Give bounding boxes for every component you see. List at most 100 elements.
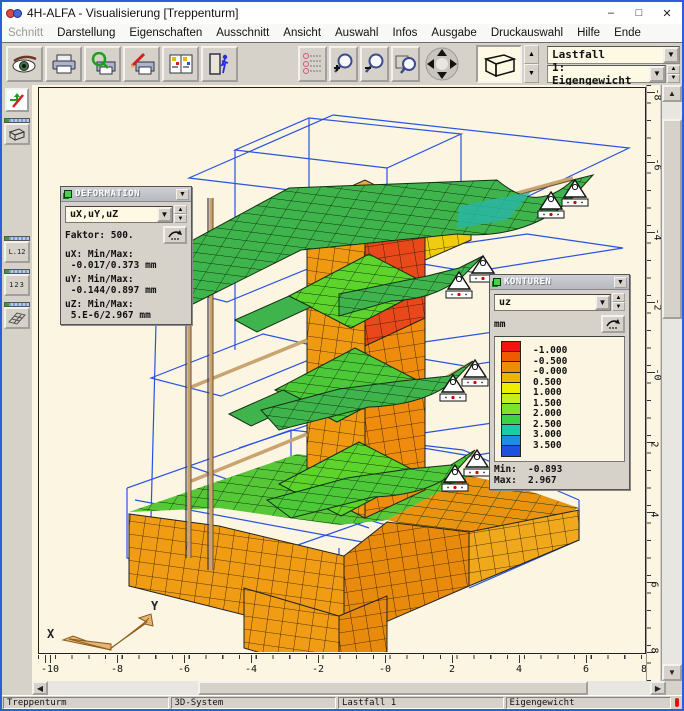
mini-palette-titlebar[interactable] <box>4 236 30 241</box>
pan-arrows-icon <box>424 46 460 82</box>
konturen-palette[interactable]: KONTUREN ▼ uz ▼ ▲▼ mm <box>489 274 630 490</box>
structure-tree-button[interactable] <box>298 46 327 82</box>
print-edit-button[interactable] <box>123 46 160 82</box>
maximize-button[interactable]: □ <box>628 5 650 21</box>
status-led-icon <box>672 696 682 709</box>
menu-darstellung[interactable]: Darstellung <box>57 27 115 39</box>
menu-infos[interactable]: Infos <box>392 27 417 39</box>
h-ruler-label: -4 <box>245 664 257 675</box>
minimized-dimension-palette[interactable]: L.12 <box>4 236 30 263</box>
uz-value: 5.E-6/2.967 mm <box>65 310 187 321</box>
chevron-down-icon[interactable]: ▼ <box>176 189 189 200</box>
v-ruler-label: 2 <box>649 441 660 447</box>
contour-swatch <box>501 352 521 363</box>
loadcase-value: 1: Eigengewicht <box>548 61 649 87</box>
menu-ende[interactable]: Ende <box>614 27 641 39</box>
konturen-palette-titlebar[interactable]: KONTUREN ▼ <box>490 275 629 290</box>
menu-auswahl[interactable]: Auswahl <box>335 27 378 39</box>
deformation-palette[interactable]: DEFORMATION ▼ uX,uY,uZ ▼ ▲▼ Faktor: 500. <box>60 186 192 325</box>
refresh-button[interactable] <box>163 226 187 244</box>
kontur-spinner[interactable]: ▲▼ <box>612 293 625 311</box>
status-project: Treppenturm <box>3 697 169 709</box>
deformation-component-select[interactable]: uX,uY,uZ ▼ <box>65 206 173 223</box>
menu-ausgabe[interactable]: Ausgabe <box>431 27 476 39</box>
deformation-palette-titlebar[interactable]: DEFORMATION ▼ <box>61 187 191 202</box>
scroll-up-button[interactable]: ▲ <box>662 85 682 102</box>
contour-swatch <box>501 404 521 415</box>
refresh-button[interactable] <box>601 315 625 333</box>
print-preview-button[interactable] <box>84 46 121 82</box>
status-system: 3D-System <box>171 697 337 709</box>
menu-schnitt[interactable]: Schnitt <box>8 27 43 39</box>
book-button[interactable] <box>162 46 199 82</box>
contour-swatches <box>501 341 521 457</box>
contour-swatch <box>501 383 521 394</box>
minimize-button[interactable]: – <box>600 5 622 21</box>
scroll-right-button[interactable]: ▶ <box>650 681 666 695</box>
status-loadcase: Lastfall 1 <box>338 697 504 709</box>
palette-icon <box>492 278 501 287</box>
zoom-in-button[interactable] <box>329 46 358 82</box>
mini-palette-titlebar[interactable] <box>4 118 30 123</box>
h-ruler-label: 4 <box>516 664 522 675</box>
menu-ausschnitt[interactable]: Ausschnitt <box>216 27 269 39</box>
chevron-down-icon[interactable]: ▼ <box>157 207 172 222</box>
app-logo-icon <box>6 7 22 19</box>
mini-palette-titlebar[interactable] <box>4 269 30 274</box>
cube-icon <box>482 51 516 77</box>
box-icon <box>8 127 26 141</box>
chevron-down-icon[interactable]: ▼ <box>663 47 679 63</box>
contour-swatch <box>501 425 521 436</box>
axis-indicator <box>63 614 153 650</box>
palette-icon <box>63 190 72 199</box>
loadcase-spinner[interactable]: ▲▼ <box>667 65 680 83</box>
edit-deformation-button[interactable] <box>5 88 29 112</box>
mini-palette-titlebar[interactable] <box>4 302 30 307</box>
vertical-scrollbar[interactable]: ▲ ▼ <box>661 85 682 681</box>
numbers-icon: 123 <box>4 274 30 296</box>
window-title: 4H-ALFA - Visualisierung [Treppenturm] <box>27 6 594 20</box>
kontur-component-select[interactable]: uz ▼ <box>494 294 611 311</box>
chevron-down-icon[interactable]: ▼ <box>614 277 627 288</box>
deformation-palette-title: DEFORMATION <box>75 189 176 199</box>
zoom-out-button[interactable] <box>360 46 389 82</box>
chevron-down-icon[interactable]: ▼ <box>595 295 610 310</box>
projection-cube-button[interactable] <box>476 45 522 83</box>
eye-icon <box>11 53 39 75</box>
minimized-view-palette[interactable] <box>4 118 30 145</box>
max-value: 2.967 <box>528 475 557 486</box>
menu-eigenschaften[interactable]: Eigenschaften <box>129 27 202 39</box>
pan-navigation-pad[interactable] <box>422 45 462 83</box>
exit-button[interactable] <box>201 46 238 82</box>
mesh-plate-icon <box>8 311 26 325</box>
menu-hilfe[interactable]: Hilfe <box>577 27 600 39</box>
kontur-unit: mm <box>494 319 505 330</box>
horizontal-scrollbar[interactable]: ◀ ▶ <box>32 681 666 695</box>
print-button[interactable] <box>45 46 82 82</box>
v-ruler-label: 6 <box>649 581 660 587</box>
toolbar: ▲▼ Lastfall ▼ 1: Eigengewicht ▼ ▲▼ <box>2 43 682 85</box>
loadcase-select[interactable]: 1: Eigengewicht ▼ <box>547 65 666 83</box>
chevron-down-icon[interactable]: ▼ <box>649 66 665 82</box>
menu-ansicht[interactable]: Ansicht <box>283 27 321 39</box>
horizontal-scroll-thumb[interactable] <box>198 681 588 695</box>
scroll-down-button[interactable]: ▼ <box>662 664 682 681</box>
view-eye-button[interactable] <box>6 46 43 82</box>
min-label: Min: <box>494 464 528 475</box>
projection-spinner[interactable]: ▲▼ <box>524 45 539 83</box>
konturen-palette-title: KONTUREN <box>504 277 614 287</box>
deformation-spinner[interactable]: ▲▼ <box>174 205 187 223</box>
close-button[interactable]: ✕ <box>656 5 678 21</box>
menu-druckauswahl[interactable]: Druckauswahl <box>491 27 563 39</box>
ux-value: -0.017/0.373 mm <box>65 260 187 271</box>
printer-icon <box>51 53 77 75</box>
zoom-window-button[interactable] <box>391 46 420 82</box>
h-ruler-label: 2 <box>449 664 455 675</box>
minimized-numbering-palette[interactable]: 123 <box>4 269 30 296</box>
vertical-scroll-thumb[interactable] <box>662 119 682 319</box>
uy-label: uY: Min/Max: <box>65 274 187 285</box>
scroll-left-button[interactable]: ◀ <box>32 681 48 695</box>
max-label: Max: <box>494 475 528 486</box>
minimized-mesh-palette[interactable] <box>4 302 30 329</box>
contour-swatch <box>501 362 521 373</box>
